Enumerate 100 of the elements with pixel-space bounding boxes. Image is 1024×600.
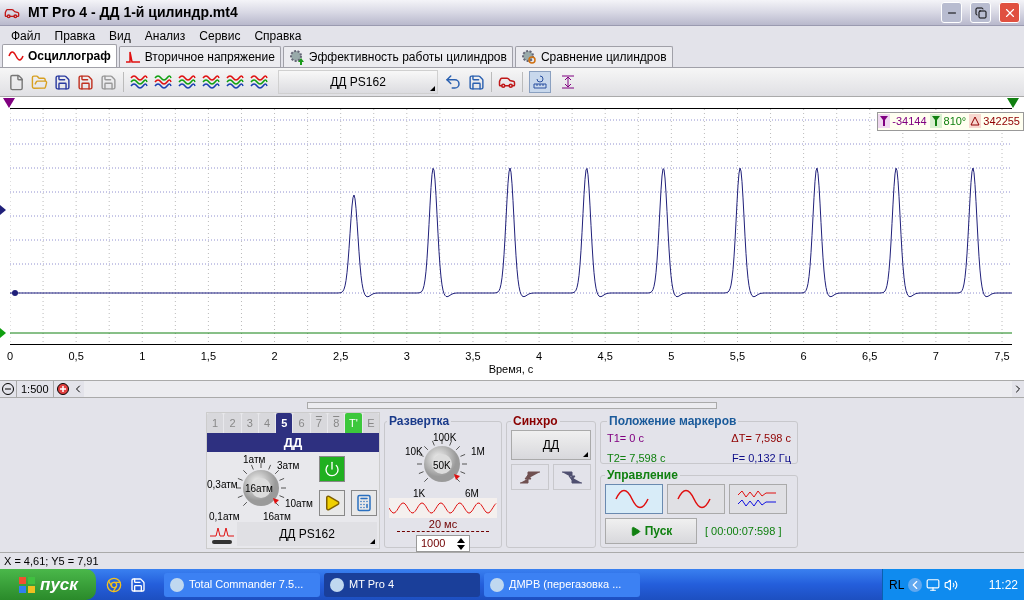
play-button[interactable] — [319, 490, 345, 516]
x-tick-label: 0 — [6, 349, 14, 364]
menu-item[interactable]: Справка — [247, 26, 309, 45]
spike-graph-icon — [124, 50, 141, 64]
browser-icon[interactable] — [106, 576, 122, 593]
zoom-out-icon — [2, 383, 14, 395]
tab[interactable]: Сравнение цилиндров — [514, 46, 673, 67]
t1-reading: T1= 0 с — [607, 431, 645, 446]
zoom-out-button[interactable] — [0, 381, 16, 397]
windows-logo-icon — [18, 575, 37, 594]
mode-button[interactable] — [667, 484, 725, 514]
calculator-button[interactable] — [351, 490, 377, 516]
language-indicator[interactable]: RL — [889, 575, 905, 594]
waves-two-icon[interactable] — [250, 73, 268, 91]
marker-reading: 342255 — [969, 113, 1023, 130]
dial-value: 16атм — [245, 482, 273, 496]
menu-item[interactable]: Правка — [47, 26, 103, 45]
ruler-toggle[interactable] — [529, 71, 551, 93]
delta-t-reading: ΔT= 7,598 с — [730, 431, 791, 446]
power-button[interactable] — [319, 456, 345, 482]
marker-t1-icon[interactable] — [3, 98, 15, 109]
minimize-button[interactable] — [941, 2, 962, 23]
zoom-in-icon — [56, 383, 69, 395]
waves-icon[interactable] — [130, 73, 148, 91]
mode-button[interactable] — [605, 484, 663, 514]
clock: 11:22 — [988, 576, 1018, 594]
taskbar-button[interactable]: ДМРВ (перегазовка ... — [484, 572, 640, 597]
x-tick-label: 5,5 — [729, 349, 746, 364]
mode-button[interactable] — [729, 484, 787, 514]
tab[interactable]: Осциллограф — [2, 44, 117, 67]
dial-label: 10K — [405, 445, 423, 459]
x-tick-label: 1,5 — [200, 349, 217, 364]
marker-t2-icon[interactable] — [1007, 98, 1019, 109]
x-tick-label: 5 — [668, 349, 675, 364]
gear-magnifier-icon — [520, 49, 537, 65]
taskbar-button[interactable]: Total Commander 7.5... — [164, 572, 320, 597]
dial-label: 16атм — [263, 510, 291, 524]
window-title: MT Pro 4 - ДД 1-й цилиндр.mt4 — [28, 3, 239, 22]
save-icon[interactable] — [54, 73, 71, 91]
channel-tab[interactable]: 5 — [276, 413, 293, 433]
menu-item[interactable]: Файл — [4, 26, 48, 45]
waves-one-icon[interactable] — [226, 73, 244, 91]
ruler-icon — [533, 75, 547, 89]
menu-item[interactable]: Вид — [102, 26, 138, 45]
channel-marker-icon — [0, 205, 6, 215]
expand-tray-icon[interactable] — [908, 577, 923, 592]
splitter-handle[interactable] — [307, 402, 717, 409]
zoom-scale: 1:500 — [16, 380, 54, 398]
undo-icon[interactable] — [444, 73, 462, 91]
x-tick-label: 3,5 — [465, 349, 481, 364]
app-icon — [170, 577, 184, 592]
spinner-arrows-icon[interactable] — [457, 537, 465, 550]
group-title: Положение маркеров — [608, 413, 738, 430]
dial-label: 1K — [413, 487, 426, 501]
network-icon[interactable] — [926, 577, 941, 592]
start-button[interactable]: Пуск — [605, 518, 697, 544]
dial-label: 0,1атм — [209, 510, 240, 524]
channel-handle[interactable] — [12, 290, 18, 296]
period-label: 20 мс — [397, 518, 489, 532]
x-tick-label: 6,5 — [862, 349, 878, 364]
restore-button[interactable] — [970, 2, 991, 23]
save-as-icon[interactable] — [77, 73, 94, 91]
new-file-icon[interactable] — [8, 73, 25, 91]
sample-count-field[interactable]: 1000 — [416, 535, 470, 552]
frequency-reading: F= 0,132 Гц — [730, 450, 791, 466]
calculator-icon — [355, 494, 373, 512]
falling-edge-button[interactable] — [553, 464, 591, 490]
marker-flag-icon — [929, 114, 942, 129]
sensor-dropdown[interactable]: ДД PS162 — [237, 522, 377, 546]
app-icon — [330, 577, 344, 592]
marker-reading: 810° — [929, 113, 970, 130]
falling-edge-icon — [561, 470, 583, 484]
x-tick-label: 7 — [932, 349, 939, 364]
x-tick-label: 2,5 — [333, 349, 349, 364]
sine-waves-icon[interactable] — [178, 73, 196, 91]
taskbar-button[interactable]: MT Pro 4 — [324, 572, 480, 597]
waves-check-icon[interactable] — [202, 73, 220, 91]
x-tick-label: 4 — [536, 349, 543, 364]
sine-wave-icon — [8, 50, 24, 62]
sync-source-dropdown[interactable]: ДД — [511, 430, 591, 460]
close-button[interactable] — [999, 2, 1020, 23]
marker-reading: -34144 — [878, 113, 930, 130]
x-tick-label: 0,5 — [68, 349, 84, 364]
dial-label: 3атм — [277, 459, 300, 473]
volume-icon[interactable] — [944, 577, 959, 592]
group-title: Развертка — [388, 413, 451, 430]
save-copy-icon[interactable] — [468, 73, 485, 91]
crossing-waves-icon[interactable] — [154, 73, 172, 91]
tab[interactable]: Эффективность работы цилиндров — [282, 46, 513, 67]
tab[interactable]: Вторичное напряжение — [118, 46, 281, 67]
x-tick-label: 7,5 — [994, 349, 1010, 364]
app-icon — [490, 577, 504, 592]
dial-label: 1атм — [243, 453, 266, 467]
play-icon — [323, 494, 341, 512]
rising-edge-button[interactable] — [511, 464, 549, 490]
power-icon — [324, 461, 340, 477]
menu-item[interactable]: Сервис — [192, 26, 248, 45]
sensor-dropdown[interactable]: ДД PS162 — [278, 70, 438, 94]
menu-item[interactable]: Анализ — [137, 26, 193, 45]
delta-icon — [969, 114, 982, 129]
